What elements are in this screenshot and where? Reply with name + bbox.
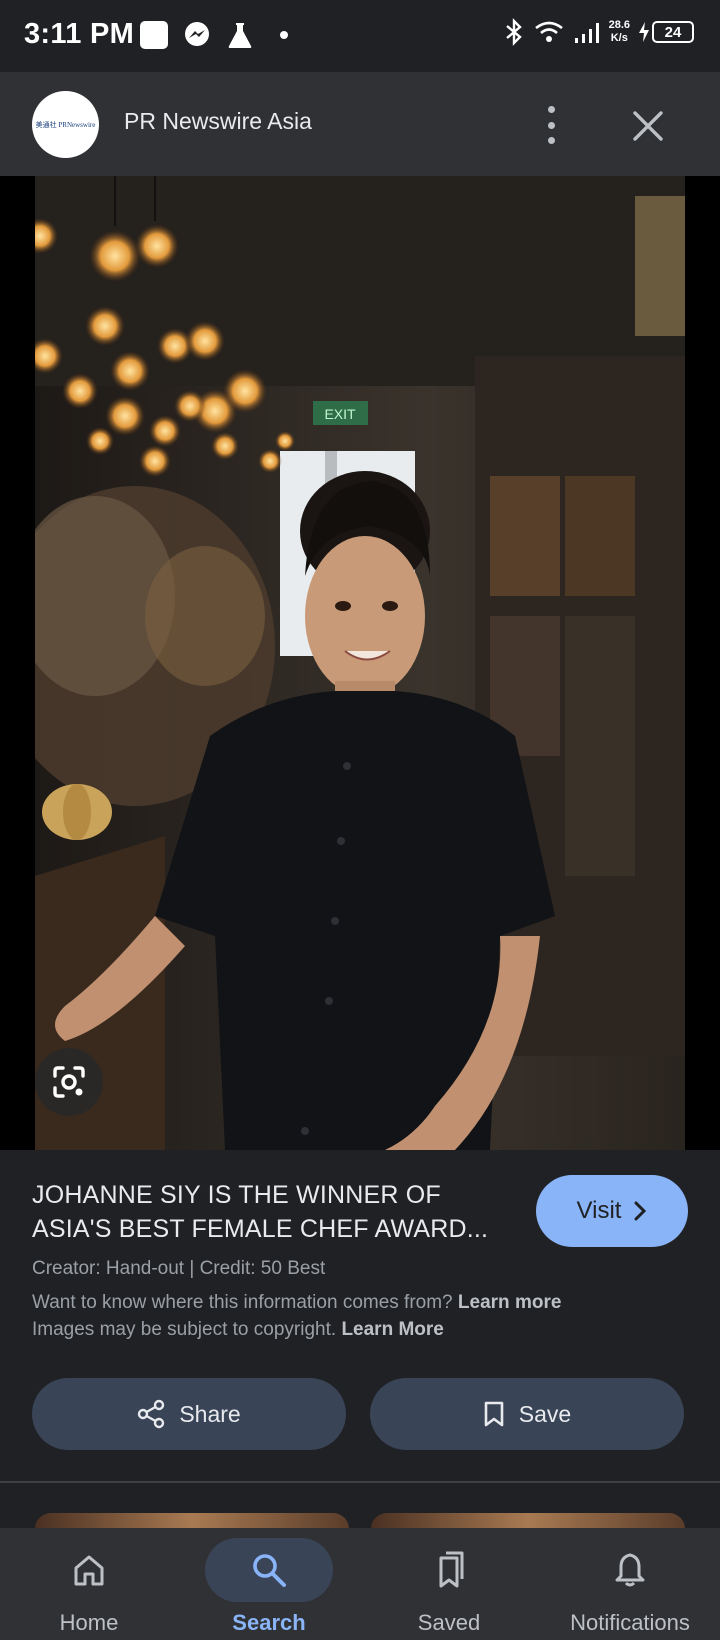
result-image[interactable]: EXIT bbox=[35, 176, 685, 1150]
image-info-panel: JOHANNE SIY IS THE WINNER OF ASIA'S BEST… bbox=[0, 1150, 720, 1480]
info-source-line: Want to know where this information come… bbox=[32, 1292, 562, 1313]
save-label: Save bbox=[518, 1400, 572, 1427]
nav-notifications[interactable]: Notifications bbox=[552, 1528, 708, 1640]
flask-icon bbox=[228, 23, 252, 48]
source-logo[interactable]: 美通社 PRNewswire bbox=[32, 91, 99, 158]
bookmarks-icon bbox=[439, 1551, 464, 1588]
battery-indicator: 24 bbox=[638, 21, 694, 43]
bookmark-icon bbox=[484, 1401, 504, 1427]
nav-search-label: Search bbox=[232, 1610, 306, 1635]
source-name[interactable]: PR Newswire Asia bbox=[124, 108, 312, 135]
close-icon bbox=[633, 111, 663, 141]
home-icon bbox=[74, 1555, 104, 1586]
signal-icon bbox=[574, 23, 599, 43]
source-header: 美通社 PRNewswire PR Newswire Asia bbox=[0, 72, 720, 176]
status-time: 3:11 PM bbox=[24, 18, 135, 50]
nav-notifications-label: Notifications bbox=[570, 1610, 690, 1635]
battery-level: 24 bbox=[652, 21, 694, 43]
learn-more-link[interactable]: Learn more bbox=[458, 1292, 561, 1313]
bell-icon bbox=[615, 1553, 645, 1587]
close-button[interactable] bbox=[628, 106, 668, 146]
network-speed: 28.6 K/s bbox=[608, 19, 630, 44]
chevron-right-icon bbox=[634, 1201, 647, 1221]
copyright-learn-more-link[interactable]: Learn More bbox=[341, 1319, 443, 1340]
visit-button[interactable]: Visit bbox=[536, 1175, 688, 1247]
status-notification-icons bbox=[140, 20, 288, 50]
nav-saved-label: Saved bbox=[417, 1610, 481, 1635]
exit-sign: EXIT bbox=[324, 406, 356, 422]
bluetooth-icon bbox=[505, 18, 522, 46]
more-notifications-dot-icon bbox=[280, 31, 288, 39]
google-lens-button[interactable] bbox=[35, 1048, 103, 1116]
app-square-icon bbox=[140, 21, 168, 49]
visit-label: Visit bbox=[576, 1197, 622, 1224]
more-options-button[interactable] bbox=[536, 102, 566, 148]
charging-icon bbox=[639, 22, 649, 42]
nav-search[interactable]: Search bbox=[205, 1528, 333, 1640]
search-icon bbox=[253, 1554, 286, 1587]
copyright-line: Images may be subject to copyright. Lear… bbox=[32, 1319, 444, 1340]
status-system-icons: 28.6 K/s 24 bbox=[503, 18, 694, 46]
more-vert-icon bbox=[547, 106, 555, 113]
result-title[interactable]: JOHANNE SIY IS THE WINNER OF ASIA'S BEST… bbox=[32, 1178, 502, 1246]
save-button[interactable]: Save bbox=[370, 1378, 684, 1450]
nav-home[interactable]: Home bbox=[25, 1528, 153, 1640]
share-label: Share bbox=[179, 1400, 241, 1427]
nav-saved[interactable]: Saved bbox=[385, 1528, 513, 1640]
share-button[interactable]: Share bbox=[32, 1378, 346, 1450]
messenger-icon bbox=[185, 22, 209, 46]
share-icon bbox=[138, 1399, 165, 1429]
image-viewer: EXIT bbox=[0, 176, 720, 1150]
lens-icon bbox=[53, 1066, 85, 1098]
status-bar: 3:11 PM 28.6 K/s 24 bbox=[0, 0, 720, 72]
divider bbox=[0, 1481, 720, 1483]
nav-home-label: Home bbox=[59, 1610, 119, 1635]
wifi-icon bbox=[534, 21, 563, 42]
bottom-navigation: Home Search Saved Notifications bbox=[0, 1528, 720, 1640]
image-credit: Creator: Hand-out | Credit: 50 Best bbox=[32, 1258, 326, 1279]
source-logo-text: 美通社 PRNewswire bbox=[35, 120, 96, 129]
